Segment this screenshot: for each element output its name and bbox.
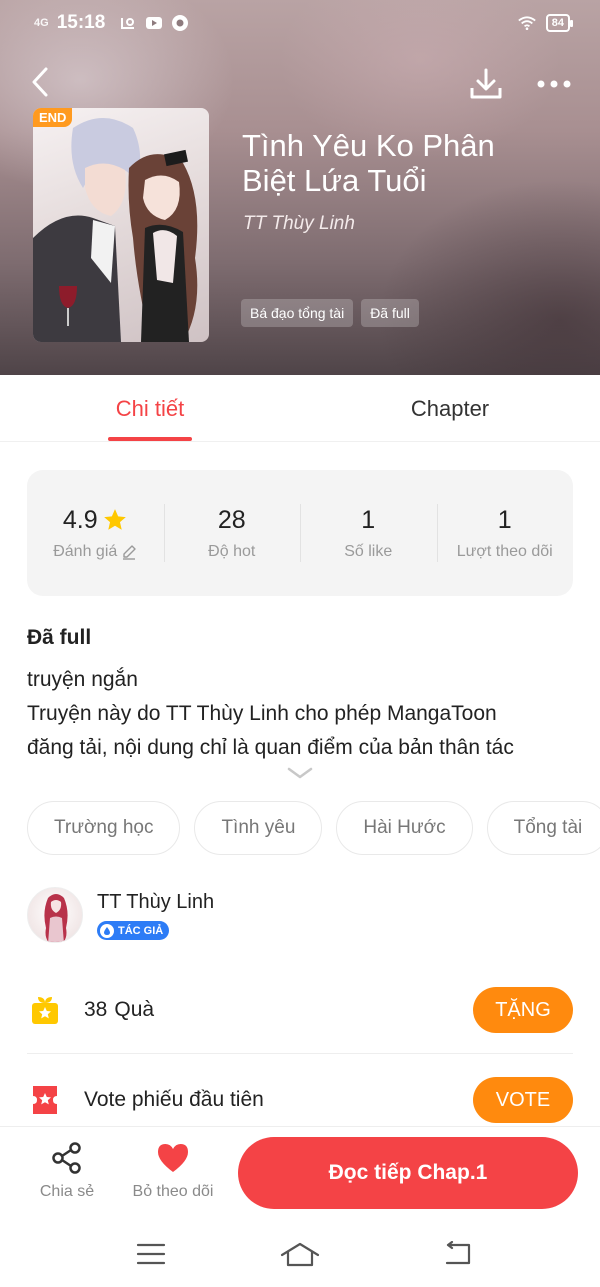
back-icon[interactable] — [22, 62, 58, 102]
more-options-icon[interactable] — [530, 64, 578, 104]
wifi-icon — [518, 14, 536, 32]
star-icon — [103, 509, 126, 530]
genre-tag[interactable]: Trường học — [27, 801, 181, 855]
system-nav-bar — [0, 1222, 600, 1287]
download-icon[interactable] — [466, 64, 506, 104]
heart-icon — [158, 1144, 188, 1172]
tab-bar: Chi tiết Chapter — [0, 375, 600, 442]
continue-reading-button[interactable]: Đọc tiếp Chap.1 — [238, 1137, 578, 1209]
gift-row: 38 Quà TẶNG — [27, 978, 573, 1042]
stats-card: 4.9 Đánh giá 28 Độ hot 1 Số like 1 Lượt … — [27, 470, 573, 596]
hero-tags: Bá đạo tổng tài Đã full — [241, 299, 419, 327]
author-badge-label: TÁC GIẢ — [118, 924, 164, 937]
home-icon[interactable] — [280, 1238, 320, 1270]
description-line: đăng tải, nội dung chỉ là quan điểm của … — [27, 736, 514, 759]
unfollow-label: Bỏ theo dõi — [132, 1183, 214, 1200]
gift-icon — [27, 992, 63, 1028]
youtube-icon — [145, 14, 163, 32]
divider — [27, 1053, 573, 1054]
stat-value: 4.9 — [62, 505, 98, 534]
chrome-icon — [171, 14, 189, 32]
comic-title: Tình Yêu Ko Phân Biệt Lứa Tuổi — [242, 128, 495, 198]
bottom-action-bar: Chia sẻ Bỏ theo dõi Đọc tiếp Chap.1 — [0, 1126, 600, 1222]
genre-tag[interactable]: Tổng tài — [486, 801, 600, 855]
stat-hot: 28 Độ hot — [163, 470, 301, 596]
battery-icon: 84 — [545, 14, 574, 32]
stat-label: Lượt theo dõi — [456, 542, 553, 560]
hero-author[interactable]: TT Thùy Linh — [243, 213, 355, 235]
stat-likes: 1 Số like — [300, 470, 437, 596]
hero-tag[interactable]: Bá đạo tổng tài — [241, 299, 354, 327]
status-time: 15:18 — [56, 12, 106, 33]
sync-icon — [119, 14, 137, 32]
share-icon — [52, 1142, 81, 1174]
expand-chevron-icon[interactable] — [284, 764, 316, 782]
genre-tag[interactable]: Tình yêu — [194, 801, 323, 855]
author-name[interactable]: TT Thùy Linh — [97, 891, 214, 914]
vote-label: Vote phiếu đầu tiên — [84, 1088, 264, 1111]
description: truyện ngắn Truyện này do TT Thùy Linh c… — [27, 663, 573, 761]
genre-tag[interactable]: Hài Hước — [336, 801, 473, 855]
author-badge: TÁC GIẢ — [97, 921, 170, 940]
vote-button[interactable]: VOTE — [473, 1077, 573, 1123]
back-nav-icon[interactable] — [437, 1238, 477, 1270]
gift-count: 38 — [84, 998, 108, 1021]
completion-status: Đã full — [27, 626, 92, 649]
stat-rating[interactable]: 4.9 Đánh giá — [27, 470, 164, 596]
tab-chapter[interactable]: Chapter — [390, 375, 510, 442]
stat-value: 1 — [361, 505, 376, 534]
description-line: Truyện này do TT Thùy Linh cho phép Mang… — [27, 702, 497, 725]
stat-label: Độ hot — [208, 542, 256, 560]
vote-row: Vote phiếu đầu tiên VOTE — [27, 1070, 573, 1130]
gift-button[interactable]: TẶNG — [473, 987, 573, 1033]
author-drop-icon — [100, 923, 114, 938]
author-avatar[interactable] — [27, 887, 83, 943]
menu-icon[interactable] — [131, 1238, 171, 1270]
tab-active-indicator — [108, 437, 192, 441]
stat-label: Số like — [344, 542, 393, 560]
end-badge: END — [33, 108, 73, 127]
stat-value: 1 — [497, 505, 512, 534]
description-line: truyện ngắn — [27, 668, 138, 691]
edit-icon — [123, 544, 136, 560]
genre-tags: Trường học Tình yêu Hài Hước Tổng tài — [27, 801, 600, 857]
avatar-illustration — [44, 894, 68, 942]
gift-label: Quà — [114, 998, 155, 1021]
ticket-icon — [27, 1082, 63, 1118]
signal-icon: 4G — [34, 17, 49, 29]
share-label: Chia sẻ — [39, 1183, 95, 1200]
stat-value: 28 — [217, 505, 246, 534]
cover-illustration — [33, 118, 198, 342]
hero-header: 4G 15:18 84 END Tình Yêu Ko Phân Biệt Lứ… — [0, 0, 600, 375]
tab-details[interactable]: Chi tiết — [90, 375, 210, 442]
stat-label: Đánh giá — [53, 542, 118, 560]
share-button[interactable]: Chia sẻ — [17, 1141, 117, 1201]
stat-followers: 1 Lượt theo dõi — [436, 470, 574, 596]
unfollow-button[interactable]: Bỏ theo dõi — [123, 1141, 223, 1201]
hero-tag[interactable]: Đã full — [361, 299, 419, 327]
cover-image[interactable]: END — [33, 108, 209, 342]
status-bar: 4G 15:18 84 — [0, 0, 600, 46]
